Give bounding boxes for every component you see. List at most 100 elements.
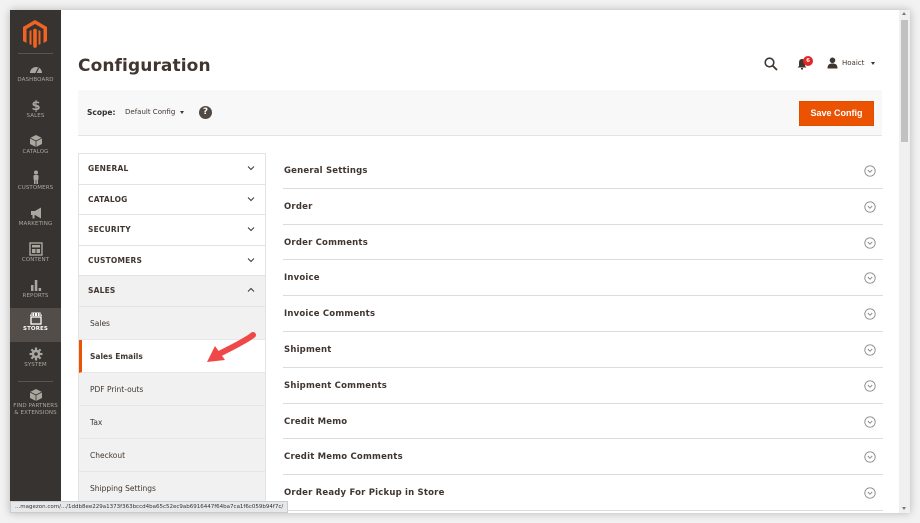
expand-circle-icon[interactable]	[864, 415, 876, 428]
expand-circle-icon[interactable]	[864, 236, 876, 249]
status-bar-url: ...magezon.com/.../1ddb8ee229a1373f363bc…	[10, 501, 289, 513]
expand-circle-icon[interactable]	[864, 451, 876, 464]
scrollbar-thumb[interactable]	[901, 20, 908, 142]
sales-subitem-shipping-settings[interactable]: Shipping Settings	[79, 472, 265, 505]
chevron-down-icon[interactable]	[247, 226, 255, 232]
megaphone-icon	[30, 207, 41, 219]
sidebar-item-reports[interactable]: REPORTS	[10, 275, 61, 311]
tab-label: CUSTOMERS	[88, 255, 143, 265]
expand-circle-icon[interactable]	[864, 201, 876, 213]
sidebar-divider	[18, 53, 53, 54]
dashboard-icon	[29, 67, 42, 74]
dollar-icon: $	[31, 99, 40, 112]
expand-circle-icon[interactable]	[864, 308, 876, 320]
puzzle-cube-icon	[29, 389, 42, 401]
section-title[interactable]: Invoice	[284, 273, 320, 283]
chevron-down-icon[interactable]	[247, 257, 255, 263]
caret-down-icon	[871, 61, 876, 65]
section-title[interactable]: Order Comments	[284, 238, 368, 248]
sales-subitem-tax[interactable]: Tax	[79, 406, 265, 439]
storefront-icon	[29, 312, 42, 325]
sidebar-item-customers[interactable]: CUSTOMERS	[10, 167, 61, 203]
chevron-down-icon[interactable]	[247, 165, 255, 171]
scroll-up-arrow-icon[interactable]	[902, 12, 906, 15]
user-menu[interactable]: Hoaict	[827, 57, 876, 69]
config-section[interactable]: Credit Memo Comments	[283, 439, 883, 476]
sidebar-item-label: CUSTOMERS	[17, 185, 54, 191]
sidebar-item-label: REPORTS	[22, 293, 49, 299]
expand-circle-icon[interactable]	[864, 272, 876, 285]
sidebar-item-content[interactable]: CONTENT	[10, 239, 61, 275]
user-name: Hoaict	[842, 59, 865, 67]
annotation-arrow-icon	[207, 332, 256, 362]
sidebar-divider	[18, 381, 53, 382]
section-title[interactable]: Shipment Comments	[284, 381, 387, 391]
config-section[interactable]: Order	[283, 189, 883, 225]
sales-subitem-pdf-print-outs[interactable]: PDF Print-outs	[79, 373, 265, 406]
sales-subitem-checkout[interactable]: Checkout	[79, 439, 265, 472]
caret-down-icon	[180, 110, 185, 114]
chevron-down-icon[interactable]	[247, 196, 255, 202]
tab-label: CATALOG	[88, 194, 128, 204]
config-sections: General Settings Order Order Comments Invoi…	[283, 153, 883, 511]
section-title[interactable]: Credit Memo	[284, 417, 347, 427]
tab-catalog[interactable]: CATALOG	[79, 185, 265, 215]
config-section[interactable]: Order Comments	[283, 225, 883, 261]
scroll-down-arrow-icon[interactable]	[902, 507, 906, 510]
sidebar-item-label: SYSTEM	[24, 362, 47, 368]
config-section[interactable]: Order Ready For Pickup in Store	[283, 475, 883, 511]
notification-count-badge[interactable]: 6	[803, 56, 813, 66]
expand-circle-icon[interactable]	[864, 380, 876, 392]
sidebar-item-dashboard[interactable]: DASHBOARD	[10, 59, 61, 95]
expand-circle-icon[interactable]	[864, 165, 876, 177]
help-icon[interactable]: ?	[199, 106, 212, 119]
sidebar-item-label: SALES	[26, 113, 45, 119]
section-title[interactable]: Invoice Comments	[284, 309, 375, 319]
sidebar-item-label: FIND PARTNERS	[13, 403, 58, 409]
tab-customers[interactable]: CUSTOMERS	[79, 246, 265, 276]
admin-sidebar: DASHBOARD $ SALES CATALOG CUSTOMERS MARKETING…	[10, 10, 61, 513]
magento-logo-icon[interactable]	[23, 20, 47, 48]
bar-chart-icon	[30, 280, 41, 291]
config-section[interactable]: Invoice Comments	[283, 296, 883, 332]
layout-icon	[28, 242, 43, 256]
scope-value: Default Config	[125, 108, 176, 116]
sidebar-item-system[interactable]: SYSTEM	[10, 344, 61, 380]
sidebar-item-label: STORES	[23, 326, 48, 332]
expand-circle-icon[interactable]	[864, 344, 876, 356]
tab-general[interactable]: GENERAL	[79, 154, 265, 185]
tab-label: SECURITY	[88, 225, 131, 234]
main-content: Configuration 6 Hoaict Scope: Default Co…	[61, 10, 899, 513]
config-section[interactable]: Credit Memo	[283, 404, 883, 440]
sidebar-item-label: CATALOG	[22, 149, 49, 155]
config-section[interactable]: General Settings	[283, 153, 883, 189]
expand-circle-icon[interactable]	[864, 487, 876, 499]
scope-switcher[interactable]: Default Config	[125, 108, 185, 116]
section-title[interactable]: Order Ready For Pickup in Store	[284, 488, 445, 498]
tab-sales[interactable]: SALES	[79, 276, 265, 307]
sidebar-item-catalog[interactable]: CATALOG	[10, 131, 61, 167]
tab-security[interactable]: SECURITY	[79, 215, 265, 246]
section-title[interactable]: Credit Memo Comments	[284, 452, 403, 462]
section-title[interactable]: Shipment	[284, 345, 332, 355]
sidebar-item-label: CONTENT	[21, 257, 50, 263]
chevron-up-icon[interactable]	[247, 287, 255, 293]
sidebar-item-find-partners[interactable]: FIND PARTNERS & EXTENSIONS	[10, 385, 61, 427]
tab-label: GENERAL	[88, 164, 129, 173]
sidebar-item-sales[interactable]: $ SALES	[10, 95, 61, 131]
section-title[interactable]: Order	[284, 202, 312, 212]
section-title[interactable]: General Settings	[284, 166, 368, 176]
config-section[interactable]: Shipment	[283, 332, 883, 368]
page-scrollbar[interactable]	[899, 10, 910, 513]
user-icon	[827, 57, 838, 69]
sidebar-item-stores[interactable]: STORES	[10, 308, 61, 342]
sidebar-item-marketing[interactable]: MARKETING	[10, 203, 61, 239]
page-title: Configuration	[78, 56, 211, 76]
svg-text:$: $	[31, 99, 40, 112]
tab-label: SALES	[88, 286, 116, 295]
save-config-button[interactable]: Save Config	[799, 101, 874, 126]
config-section[interactable]: Invoice	[283, 260, 883, 297]
scope-bar: Scope: Default Config ? Save Config	[78, 90, 882, 136]
config-section[interactable]: Shipment Comments	[283, 368, 883, 404]
search-icon[interactable]	[764, 57, 778, 71]
